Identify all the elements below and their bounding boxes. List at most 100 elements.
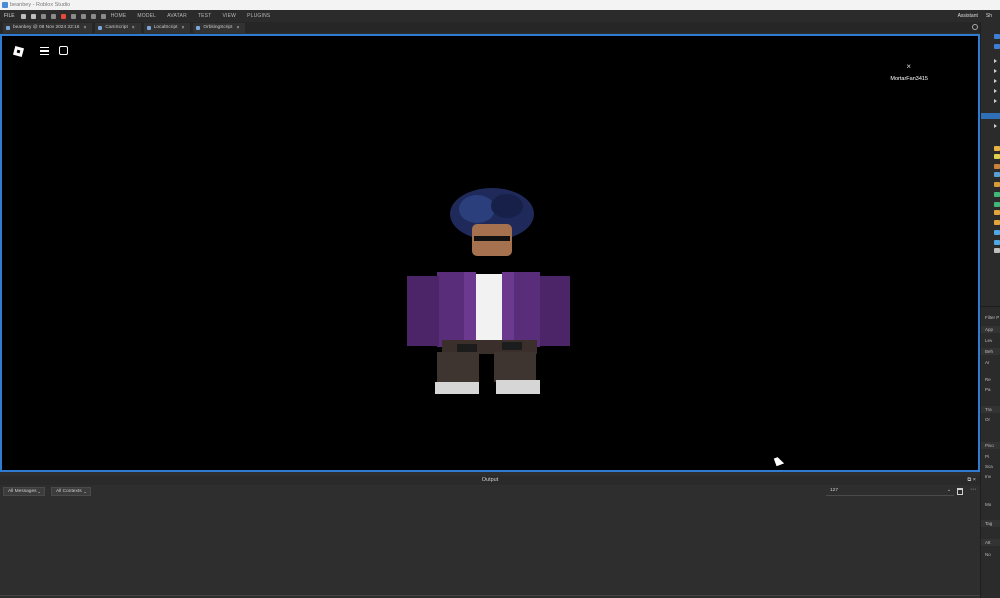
close-icon[interactable]: × xyxy=(83,23,86,33)
roblox-menu-icon[interactable] xyxy=(12,45,25,58)
tree-item[interactable] xyxy=(981,58,1000,64)
tab-place[interactable]: beanbey @ 08 Nov 2024 22:16 × xyxy=(3,23,93,33)
mouse-cursor-icon xyxy=(773,455,785,467)
property-label: Ar xyxy=(985,360,990,365)
tree-item[interactable] xyxy=(981,154,1000,160)
tree-item[interactable] xyxy=(981,164,1000,170)
play-icon[interactable] xyxy=(50,13,56,19)
output-toolbar: All Messages ⌄ All Contexts ⌄ 127 ⌄ ⋯ xyxy=(0,485,980,498)
property-label: Re xyxy=(985,377,991,382)
output-panel-header: Output ⧉ × xyxy=(0,476,980,485)
menu-avatar[interactable]: AVATAR xyxy=(167,13,187,19)
tree-item[interactable] xyxy=(981,88,1000,94)
undo-icon[interactable] xyxy=(40,13,46,19)
tree-item[interactable] xyxy=(981,78,1000,84)
menu-view[interactable]: VIEW xyxy=(222,13,236,19)
game-viewport[interactable]: × MortarFan3415 xyxy=(0,34,980,472)
publish-icon[interactable] xyxy=(30,13,36,19)
settings-icon[interactable] xyxy=(972,24,978,30)
property-section[interactable]: App xyxy=(981,326,1000,333)
property-label: No xyxy=(985,552,991,557)
tree-item[interactable] xyxy=(981,182,1000,188)
tree-item-selected[interactable] xyxy=(981,113,1000,119)
contexts-filter-dropdown[interactable]: All Contexts ⌄ xyxy=(51,487,91,496)
output-log-area[interactable] xyxy=(0,498,980,598)
more-options-icon[interactable]: ⋯ xyxy=(970,486,976,493)
stop-icon[interactable] xyxy=(60,13,66,19)
property-section[interactable]: Beh xyxy=(981,348,1000,355)
property-section[interactable]: Pivo xyxy=(981,442,1000,449)
tab-orbitingscript[interactable]: OrbitingScript × xyxy=(193,23,246,33)
clear-output-icon[interactable] xyxy=(957,488,963,495)
output-search-input[interactable]: 127 ⌄ xyxy=(826,487,954,496)
property-label: Inv xyxy=(985,474,992,479)
camera-icon[interactable] xyxy=(90,13,96,19)
tools-icon[interactable] xyxy=(100,13,106,19)
property-label: Pi xyxy=(985,454,990,459)
assistant-button[interactable]: Assistant xyxy=(958,13,978,19)
tree-item[interactable] xyxy=(981,220,1000,226)
file-menu[interactable]: FILE xyxy=(4,13,15,19)
tree-item[interactable] xyxy=(981,248,1000,254)
chat-icon[interactable] xyxy=(59,46,68,55)
tab-camscript[interactable]: CamScript × xyxy=(95,23,141,33)
property-section[interactable]: Tag xyxy=(981,520,1000,527)
tab-label: LocalScript xyxy=(153,25,178,30)
output-title: Output xyxy=(481,477,499,483)
property-label: Lev xyxy=(985,338,993,343)
panel-divider xyxy=(981,306,1000,307)
player-list-name[interactable]: MortarFan3415 xyxy=(890,76,928,82)
chevron-down-icon: ⌄ xyxy=(37,489,41,494)
tree-item[interactable] xyxy=(981,44,1000,50)
property-label: Pa xyxy=(985,387,991,392)
refresh-icon[interactable] xyxy=(80,13,86,19)
title-bar: beanbey - Roblox Studio xyxy=(0,0,1000,10)
property-label: Sca xyxy=(985,464,993,469)
dropdown-value: All Messages xyxy=(8,489,37,494)
close-icon[interactable]: × xyxy=(181,23,184,33)
search-value: 127 xyxy=(830,488,839,493)
menu-bar: FILE HOME MODEL AVATAR TEST VIEW PLUGINS… xyxy=(0,10,1000,22)
messages-filter-dropdown[interactable]: All Messages ⌄ xyxy=(3,487,45,496)
menubar-right: Assistant Sh xyxy=(958,13,1000,19)
tab-label: CamScript xyxy=(105,25,128,30)
menu-test[interactable]: TEST xyxy=(198,13,212,19)
tree-item[interactable] xyxy=(981,230,1000,236)
tab-label: beanbey @ 08 Nov 2024 22:16 xyxy=(13,25,80,30)
tree-item[interactable] xyxy=(981,68,1000,74)
redo-icon[interactable] xyxy=(70,13,76,19)
tree-item[interactable] xyxy=(981,123,1000,129)
explorer-properties-panel: Filter P App Lev Beh Ar Re Pa Tra Or Piv… xyxy=(980,22,1000,598)
menu-plugins[interactable]: PLUGINS xyxy=(247,13,270,19)
chevron-down-icon: ⌄ xyxy=(946,488,951,493)
panel-controls[interactable]: ⧉ × xyxy=(967,476,976,485)
tree-item[interactable] xyxy=(981,192,1000,198)
menu-model[interactable]: MODEL xyxy=(137,13,156,19)
save-icon[interactable] xyxy=(20,13,26,19)
tree-item[interactable] xyxy=(981,202,1000,208)
properties-filter-label[interactable]: Filter P xyxy=(985,315,999,320)
tree-item[interactable] xyxy=(981,34,1000,40)
tree-item[interactable] xyxy=(981,240,1000,246)
hamburger-menu-icon[interactable] xyxy=(40,47,49,55)
tab-localscript[interactable]: LocalScript × xyxy=(143,23,191,33)
close-icon[interactable]: × xyxy=(132,23,135,33)
property-section[interactable]: Tra xyxy=(981,406,1000,413)
tree-item[interactable] xyxy=(981,146,1000,152)
script-icon xyxy=(146,26,151,30)
tree-item[interactable] xyxy=(981,172,1000,178)
property-label: Or xyxy=(985,417,990,422)
close-icon[interactable]: × xyxy=(906,62,911,71)
close-icon[interactable]: × xyxy=(236,23,239,33)
menu-home[interactable]: HOME xyxy=(111,13,127,19)
player-avatar xyxy=(407,188,570,394)
share-button[interactable]: Sh xyxy=(986,13,992,19)
tree-item[interactable] xyxy=(981,98,1000,104)
place-icon xyxy=(6,26,10,30)
script-icon xyxy=(196,26,201,30)
tab-label: OrbitingScript xyxy=(203,25,233,30)
property-section[interactable]: Att xyxy=(981,539,1000,546)
property-label: Mo xyxy=(985,502,992,507)
script-icon xyxy=(98,26,103,30)
tree-item[interactable] xyxy=(981,210,1000,216)
